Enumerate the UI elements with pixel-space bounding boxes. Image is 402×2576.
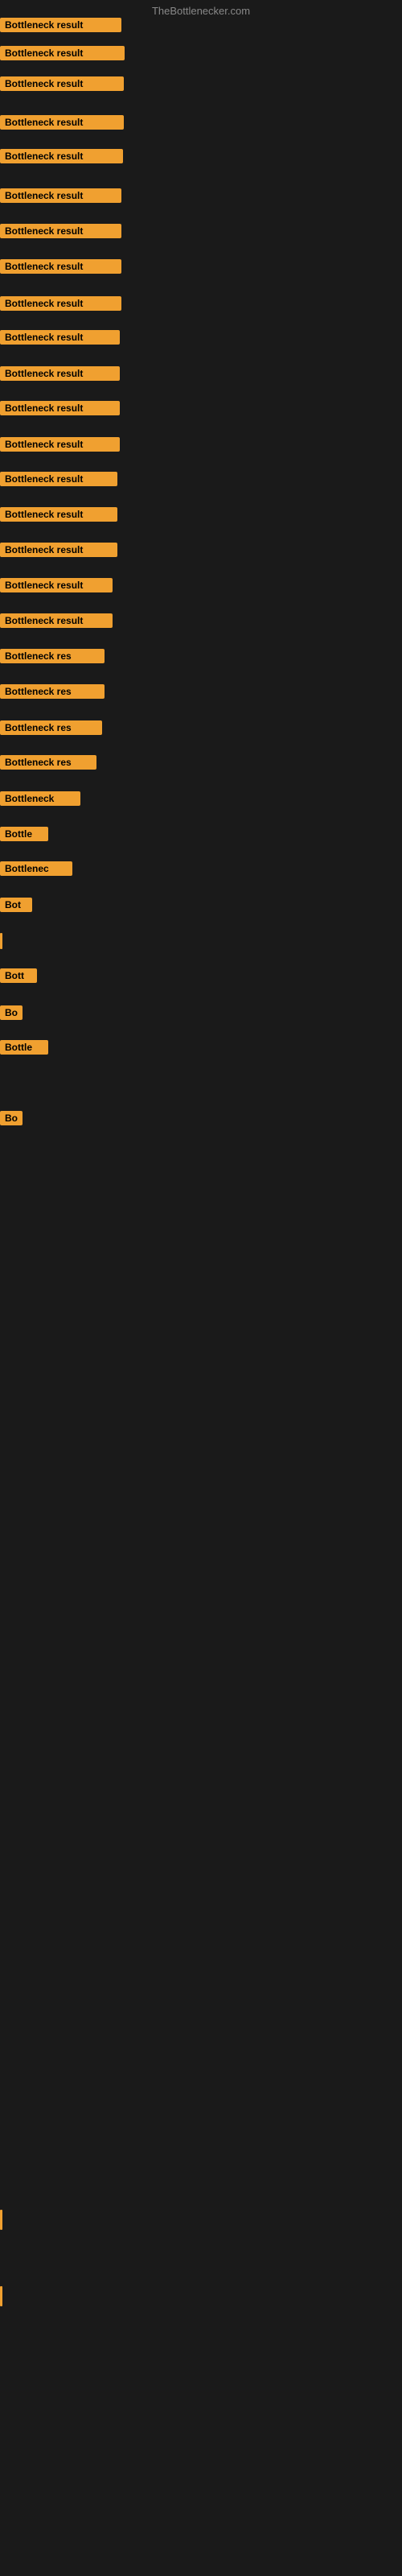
badge-11: Bottleneck result [0, 366, 120, 381]
badge-4: Bottleneck result [0, 115, 124, 130]
badge-10: Bottleneck result [0, 330, 120, 345]
bar-1 [0, 933, 2, 949]
badge-21: Bottleneck res [0, 720, 102, 735]
badge-18: Bottleneck result [0, 613, 113, 628]
badge-8: Bottleneck result [0, 259, 121, 274]
badge-22: Bottleneck res [0, 755, 96, 770]
badge-3: Bottleneck result [0, 76, 124, 91]
badge-26: Bot [0, 898, 32, 912]
badge-12: Bottleneck result [0, 401, 120, 415]
badge-13: Bottleneck result [0, 437, 120, 452]
bar-2 [0, 2210, 2, 2230]
badge-9: Bottleneck result [0, 296, 121, 311]
badge-16: Bottleneck result [0, 543, 117, 557]
badge-20: Bottleneck res [0, 684, 105, 699]
badge-15: Bottleneck result [0, 507, 117, 522]
badge-23: Bottleneck [0, 791, 80, 806]
bar-3 [0, 2286, 2, 2306]
badge-14: Bottleneck result [0, 472, 117, 486]
badge-25: Bottlenec [0, 861, 72, 876]
badge-2: Bottleneck result [0, 46, 125, 60]
badge-28: Bo [0, 1005, 23, 1020]
badge-17: Bottleneck result [0, 578, 113, 592]
badge-27: Bott [0, 968, 37, 983]
badge-1: Bottleneck result [0, 18, 121, 32]
badge-24: Bottle [0, 827, 48, 841]
site-title: TheBottlenecker.com [0, 5, 402, 17]
badge-7: Bottleneck result [0, 224, 121, 238]
badge-6: Bottleneck result [0, 188, 121, 203]
badge-19: Bottleneck res [0, 649, 105, 663]
badge-29: Bottle [0, 1040, 48, 1055]
badge-5: Bottleneck result [0, 149, 123, 163]
badge-30: Bo [0, 1111, 23, 1125]
